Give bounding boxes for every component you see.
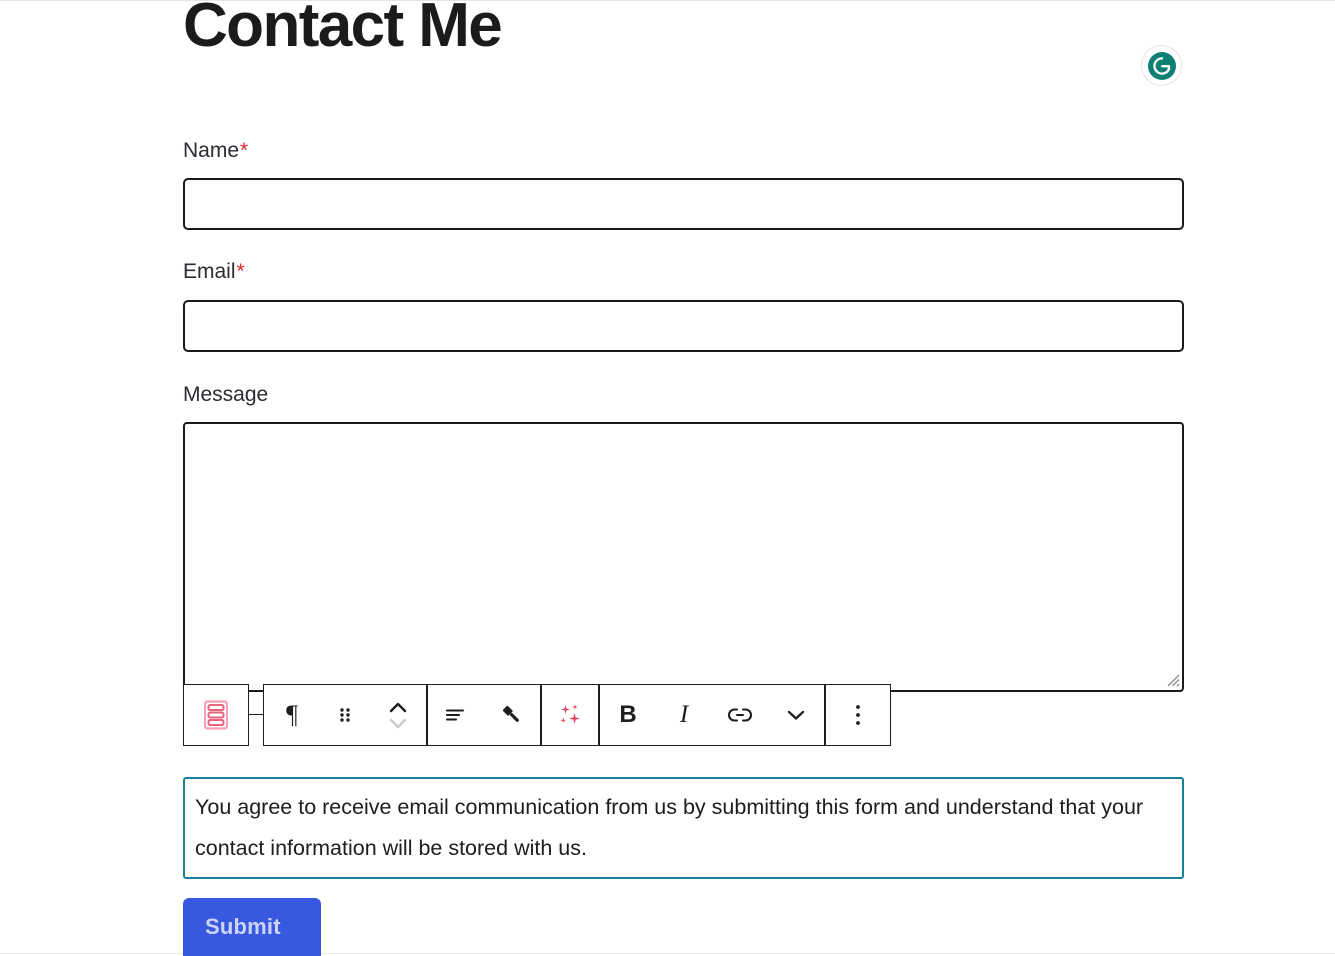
consent-text: You agree to receive email communication… [195, 795, 1144, 860]
email-label: Email* [183, 258, 1184, 285]
toolbar-group-ai [541, 683, 599, 746]
grammarly-icon[interactable] [1141, 45, 1182, 86]
consent-notice: You agree to receive email communication… [183, 777, 1184, 879]
bold-glyph: B [619, 700, 637, 728]
bold-icon[interactable]: B [600, 685, 656, 745]
align-text-icon[interactable] [428, 685, 484, 745]
message-label-text: Message [183, 382, 269, 406]
email-required-marker: * [236, 260, 245, 284]
name-required-marker: * [240, 139, 249, 162]
contact-form-page: Contact Me Name* Email* Message ¶ B I Yo… [0, 0, 1335, 956]
name-label: Name* [183, 137, 1184, 164]
message-wrapper: ¶ B I [183, 421, 1184, 746]
field-email: Email* [183, 258, 1184, 352]
field-name: Name* [183, 137, 1184, 231]
italic-icon[interactable]: I [656, 685, 712, 745]
move-up-down-icon[interactable] [370, 685, 426, 745]
block-type-button[interactable] [183, 683, 249, 746]
toolbar-group-format: B I [599, 683, 825, 746]
email-label-text: Email [183, 260, 236, 284]
toolbar-connector [249, 684, 263, 746]
toolbar-group-style [427, 683, 541, 746]
ai-sparkles-icon[interactable] [542, 685, 598, 745]
name-label-text: Name [183, 139, 240, 162]
chevron-down-icon[interactable] [768, 685, 824, 745]
link-icon[interactable] [712, 685, 768, 745]
paragraph-glyph: ¶ [286, 699, 298, 729]
contact-form: Name* Email* Message ¶ B I [183, 137, 1184, 746]
message-label: Message [183, 381, 1184, 408]
paint-brush-icon[interactable] [484, 685, 540, 745]
toolbar-group-block: ¶ [263, 683, 427, 746]
message-textarea[interactable] [183, 421, 1184, 692]
page-title: Contact Me [183, 0, 503, 60]
name-input[interactable] [183, 178, 1184, 231]
italic-glyph: I [679, 700, 689, 728]
submit-button[interactable]: Submit [183, 898, 321, 956]
field-message: Message ¶ B I [183, 381, 1184, 746]
email-input[interactable] [183, 299, 1184, 352]
paragraph-icon[interactable]: ¶ [264, 685, 320, 745]
drag-handle-icon[interactable] [320, 685, 370, 745]
block-editor-toolbar: ¶ B I [183, 683, 891, 746]
kebab-menu-icon[interactable] [825, 683, 891, 746]
form-block-icon [203, 700, 229, 730]
